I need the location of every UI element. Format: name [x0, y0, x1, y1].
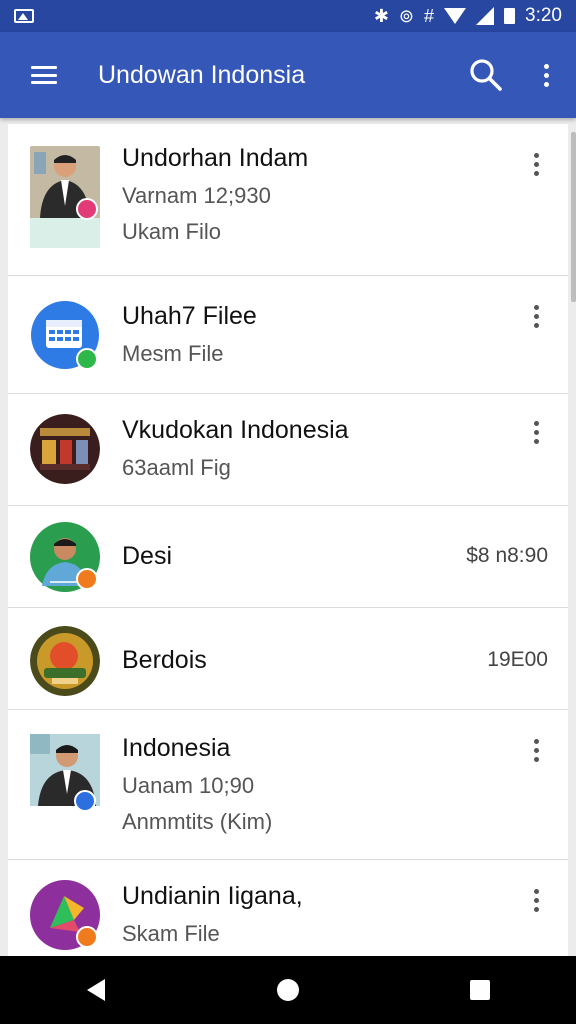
status-icons: ✱ ⊚ # 3:20 — [374, 5, 562, 27]
item-more-button[interactable] — [516, 144, 556, 184]
scrollbar[interactable] — [571, 132, 576, 302]
more-vert-icon — [533, 888, 539, 912]
file-list: Undorhan Indam Varnam 12;930 Ukam Filo U… — [8, 124, 568, 956]
check-badge-icon — [76, 348, 98, 370]
file-subtitle: 63aaml Fig — [122, 455, 231, 480]
file-title: Vkudokan Indonesia — [122, 416, 349, 444]
file-title: Berdois — [122, 646, 207, 674]
share-badge-icon — [76, 198, 98, 220]
home-icon — [277, 979, 299, 1001]
file-title: Undianin Iigana, — [122, 882, 303, 910]
person-photo-icon — [30, 522, 100, 592]
file-title: Indonesia — [122, 734, 231, 762]
file-title: Uhah7 Filee — [122, 302, 257, 330]
edit-badge-icon — [76, 926, 98, 948]
back-button[interactable] — [56, 956, 136, 1024]
signal-icon — [476, 7, 495, 25]
file-size: 19E00 — [487, 648, 548, 671]
list-item[interactable]: Indonesia Uanam 10;90 Anmmtits (Kim) — [8, 710, 568, 860]
bluetooth-icon: ✱ — [373, 6, 389, 26]
list-item[interactable]: Vkudokan Indonesia 63aaml Fig — [8, 394, 568, 506]
menu-icon — [31, 66, 57, 84]
more-options-button[interactable] — [516, 32, 576, 118]
wifi-icon — [444, 8, 467, 24]
back-icon — [87, 979, 105, 1001]
list-item[interactable]: Undianin Iigana, Skam File — [8, 860, 568, 956]
more-vert-icon — [533, 420, 539, 444]
search-icon — [470, 59, 502, 91]
edit-badge-icon — [76, 568, 98, 590]
home-button[interactable] — [248, 956, 328, 1024]
recents-button[interactable] — [440, 956, 520, 1024]
item-more-button[interactable] — [516, 730, 556, 770]
system-nav-bar — [0, 956, 576, 1024]
app-title: Undowan Indonsia — [98, 60, 306, 89]
list-item[interactable]: Undorhan Indam Varnam 12;930 Ukam Filo — [8, 124, 568, 276]
food-photo-icon — [30, 626, 100, 696]
battery-icon — [504, 8, 516, 24]
vibrate-icon: # — [424, 6, 435, 26]
file-detail: Anmmtits (Kim) — [122, 809, 273, 834]
more-vert-icon — [533, 738, 539, 762]
file-size: $8 n8:90 — [466, 544, 548, 567]
file-subtitle: Varnam 12;930 — [122, 183, 271, 208]
recents-icon — [470, 980, 490, 1000]
list-item[interactable]: Uhah7 Filee Mesm File — [8, 276, 568, 394]
file-subtitle: Mesm File — [122, 341, 224, 366]
status-bar: ✱ ⊚ # 3:20 — [0, 0, 576, 32]
menu-button[interactable] — [0, 32, 88, 118]
file-subtitle: Uanam 10;90 — [122, 773, 255, 798]
file-detail: Ukam Filo — [122, 219, 222, 244]
file-title: Desi — [122, 542, 173, 570]
search-button[interactable] — [456, 32, 516, 118]
file-subtitle: Skam File — [122, 921, 220, 946]
list-item[interactable]: Desi $8 n8:90 — [8, 506, 568, 608]
item-more-button[interactable] — [516, 880, 556, 920]
nfc-icon: ⊚ — [398, 6, 414, 26]
list-item[interactable]: Berdois 19E00 — [8, 608, 568, 710]
status-time: 3:20 — [525, 5, 562, 26]
calendar-icon — [30, 300, 100, 370]
person-photo-icon — [30, 146, 100, 248]
more-vert-icon — [533, 304, 539, 328]
store-photo-icon — [30, 414, 100, 484]
person-photo-icon — [30, 734, 100, 812]
file-title: Undorhan Indam — [122, 144, 309, 172]
app-logo-icon — [30, 880, 100, 950]
more-vert-icon — [543, 63, 549, 87]
info-badge-icon — [74, 790, 96, 812]
photo-icon — [14, 9, 34, 23]
item-more-button[interactable] — [516, 412, 556, 452]
more-vert-icon — [533, 152, 539, 176]
app-bar: Undowan Indonsia — [0, 32, 576, 118]
item-more-button[interactable] — [516, 296, 556, 336]
